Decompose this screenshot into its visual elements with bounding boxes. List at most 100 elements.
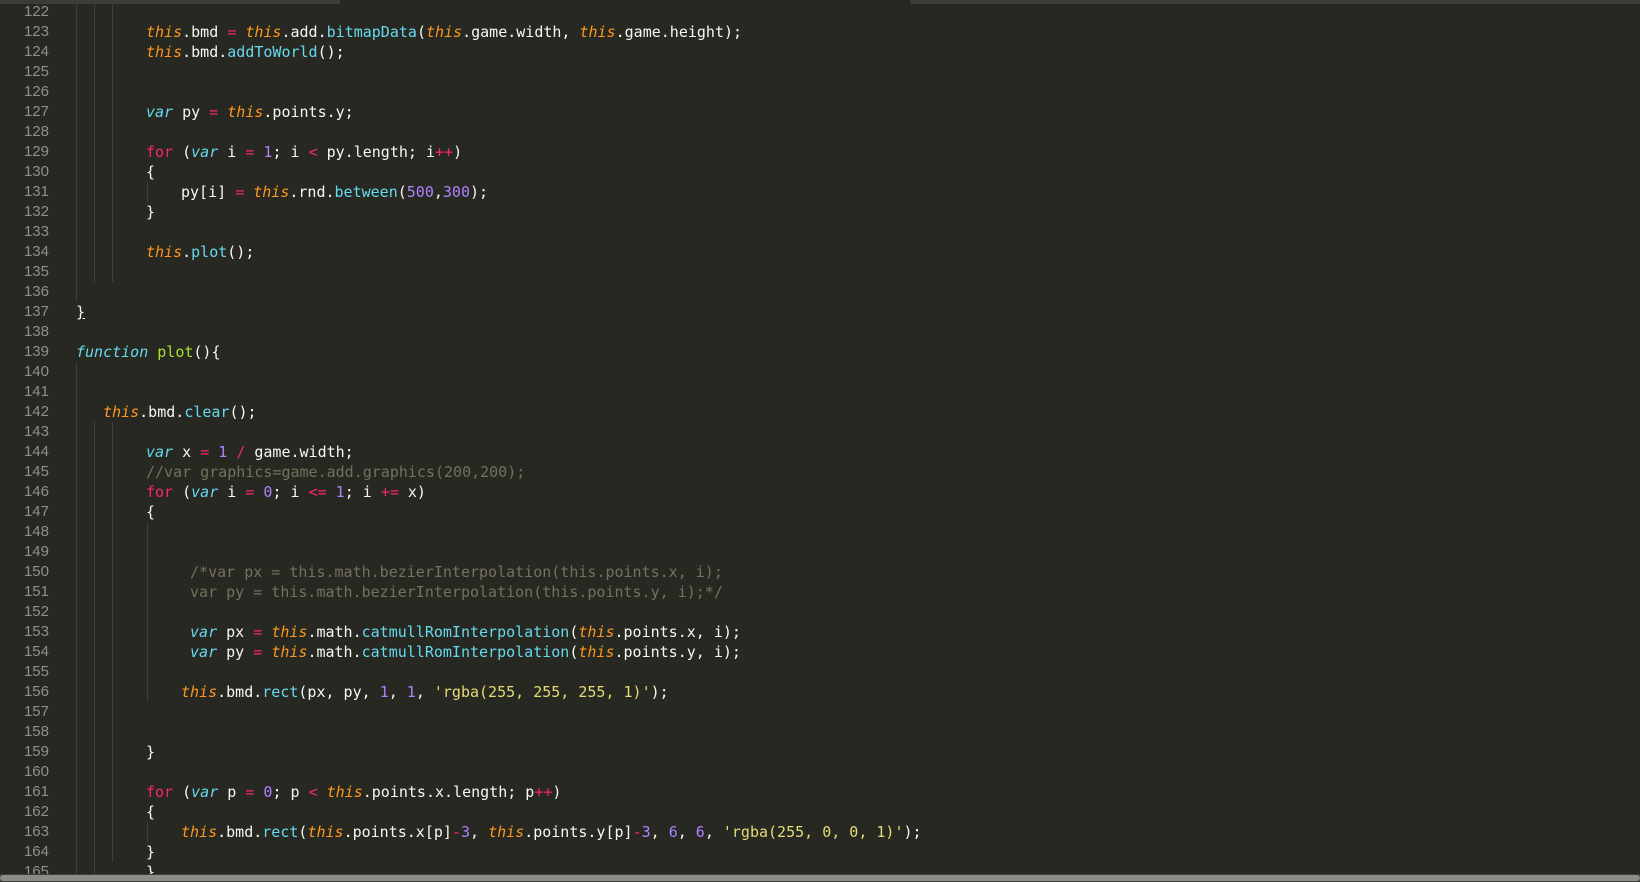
indent-guide [112, 22, 113, 42]
code-text[interactable]: //var graphics=game.add.graphics(200,200… [146, 462, 525, 482]
code-text[interactable]: for (var i = 0; i <= 1; i += x) [146, 482, 426, 502]
code-text[interactable]: this.bmd = this.add.bitmapData(this.game… [146, 22, 742, 42]
code-line[interactable]: 164} [0, 842, 1640, 862]
code-line[interactable]: 130 { [0, 162, 1640, 182]
code-line[interactable]: 157 [0, 702, 1640, 722]
line-number: 153 [23, 623, 49, 640]
code-text[interactable]: { [146, 162, 155, 182]
code-line[interactable]: 143 [0, 422, 1640, 442]
code-line[interactable]: 141 [0, 382, 1640, 402]
code-line[interactable]: 132} [0, 202, 1640, 222]
indent-guide [76, 542, 77, 562]
code-line[interactable]: 145 //var graphics=game.add.graphics(200,… [0, 462, 1640, 482]
code-line[interactable]: 148 [0, 522, 1640, 542]
code-line[interactable]: 123 this.bmd = this.add.bitmapData(this.g… [0, 22, 1640, 42]
code-line[interactable]: 153 var px = this.math.catmullRomInterpo… [0, 622, 1640, 642]
code-line[interactable]: 128 [0, 122, 1640, 142]
code-text[interactable]: { [146, 802, 155, 822]
code-text[interactable]: var px = this.math.catmullRomInterpolati… [181, 622, 741, 642]
indent-guide [76, 422, 77, 442]
code-line[interactable]: 156 this.bmd.rect(px, py, 1, 1, 'rgba(255… [0, 682, 1640, 702]
code-line[interactable]: 129 for (var i = 1; i < py.length; i++) [0, 142, 1640, 162]
code-line[interactable]: 150 /*var px = this.math.bezierInterpola… [0, 562, 1640, 582]
code-text[interactable]: } [146, 742, 155, 762]
code-token: for [146, 143, 174, 161]
indent-guide [112, 822, 113, 842]
code-text[interactable]: } [146, 842, 155, 862]
code-text[interactable]: this.bmd.clear(); [94, 402, 257, 422]
code-text[interactable]: } [146, 202, 155, 222]
code-line[interactable]: 159} [0, 742, 1640, 762]
code-line[interactable]: 127 var py = this.points.y; [0, 102, 1640, 122]
code-line[interactable]: 124 this.bmd.addToWorld(); [0, 42, 1640, 62]
indent-guide [94, 582, 95, 602]
indent-guide [112, 242, 113, 262]
code-token: 1 [406, 683, 416, 701]
code-line[interactable]: 155 [0, 662, 1640, 682]
code-line[interactable]: 125 [0, 62, 1640, 82]
code-text[interactable]: for (var i = 1; i < py.length; i++) [146, 142, 462, 162]
line-number: 156 [23, 683, 49, 700]
code-text[interactable]: var py = this.math.catmullRomInterpolati… [181, 642, 741, 662]
code-lines[interactable]: 122 123 this.bmd = this.add.bitmapData(thi… [0, 2, 1640, 882]
code-line[interactable]: 161 for (var p = 0; p < this.points.x.len… [0, 782, 1640, 802]
code-text[interactable]: } [76, 302, 85, 322]
indent-guide [112, 2, 113, 22]
code-token: .points.x.length; p [362, 783, 535, 801]
code-line[interactable]: 147 { [0, 502, 1640, 522]
indent-guide [112, 262, 113, 282]
code-text[interactable]: this.bmd.rect(px, py, 1, 1, 'rgba(255, 2… [181, 682, 669, 702]
code-line[interactable]: 140 [0, 362, 1640, 382]
code-line[interactable]: 151 var py = this.math.bezierInterpolati… [0, 582, 1640, 602]
code-text[interactable]: var x = 1 / game.width; [146, 442, 354, 462]
code-token: ( [173, 783, 192, 801]
code-token: } [146, 203, 156, 221]
code-line[interactable]: 158 [0, 722, 1640, 742]
horizontal-scrollbar[interactable] [0, 874, 1640, 882]
code-line[interactable]: 137} [0, 302, 1640, 322]
code-text[interactable]: var py = this.math.bezierInterpolation(t… [181, 582, 723, 602]
code-line[interactable]: 154 var py = this.math.catmullRomInterpo… [0, 642, 1640, 662]
code-line[interactable]: 131 py[i] = this.rnd.between(500,300); [0, 182, 1640, 202]
code-text[interactable]: this.plot(); [146, 242, 254, 262]
code-line[interactable]: 149 [0, 542, 1640, 562]
code-line[interactable]: 160 [0, 762, 1640, 782]
code-line[interactable]: 152 [0, 602, 1640, 622]
code-line[interactable]: 163 this.bmd.rect(this.points.x[p]-3, thi… [0, 822, 1640, 842]
code-text[interactable]: { [146, 502, 155, 522]
code-token: py [173, 103, 210, 121]
code-line[interactable]: 146 for (var i = 0; i <= 1; i += x) [0, 482, 1640, 502]
code-token: } [146, 843, 156, 861]
code-line[interactable]: 126 [0, 82, 1640, 102]
code-token: .points.y[p] [524, 823, 633, 841]
code-line[interactable]: 134 this.plot(); [0, 242, 1640, 262]
code-line[interactable]: 133 [0, 222, 1640, 242]
indent-guide [94, 622, 95, 642]
code-line[interactable]: 136 [0, 282, 1640, 302]
code-text[interactable]: function plot(){ [76, 342, 221, 362]
code-line[interactable]: 135 [0, 262, 1640, 282]
code-text[interactable]: /*var px = this.math.bezierInterpolation… [181, 562, 723, 582]
indent-guide [112, 842, 113, 862]
code-text[interactable]: this.bmd.rect(this.points.x[p]-3, this.p… [181, 822, 922, 842]
code-line[interactable]: 142 this.bmd.clear(); [0, 402, 1640, 422]
code-editor[interactable]: 122 123 this.bmd = this.add.bitmapData(thi… [0, 0, 1640, 882]
indent-guide [76, 782, 77, 802]
code-text[interactable]: var py = this.points.y; [146, 102, 354, 122]
scrollbar-thumb[interactable] [0, 875, 1640, 881]
code-line[interactable]: 138 [0, 322, 1640, 342]
line-number: 126 [23, 83, 49, 100]
indent-guide [94, 102, 95, 122]
code-text[interactable]: this.bmd.addToWorld(); [146, 42, 345, 62]
code-token: , [704, 823, 723, 841]
code-text[interactable]: py[i] = this.rnd.between(500,300); [181, 182, 488, 202]
code-line[interactable]: 139 function plot(){ [0, 342, 1640, 362]
line-number: 149 [23, 543, 49, 560]
indent-guide [112, 702, 113, 722]
code-line[interactable]: 162 { [0, 802, 1640, 822]
code-token: /*var px = this.math.bezierInterpolation… [190, 563, 723, 581]
code-line[interactable]: 122 [0, 2, 1640, 22]
code-line[interactable]: 144 var x = 1 / game.width; [0, 442, 1640, 462]
indent-guide [94, 662, 95, 682]
code-text[interactable]: for (var p = 0; p < this.points.x.length… [146, 782, 561, 802]
